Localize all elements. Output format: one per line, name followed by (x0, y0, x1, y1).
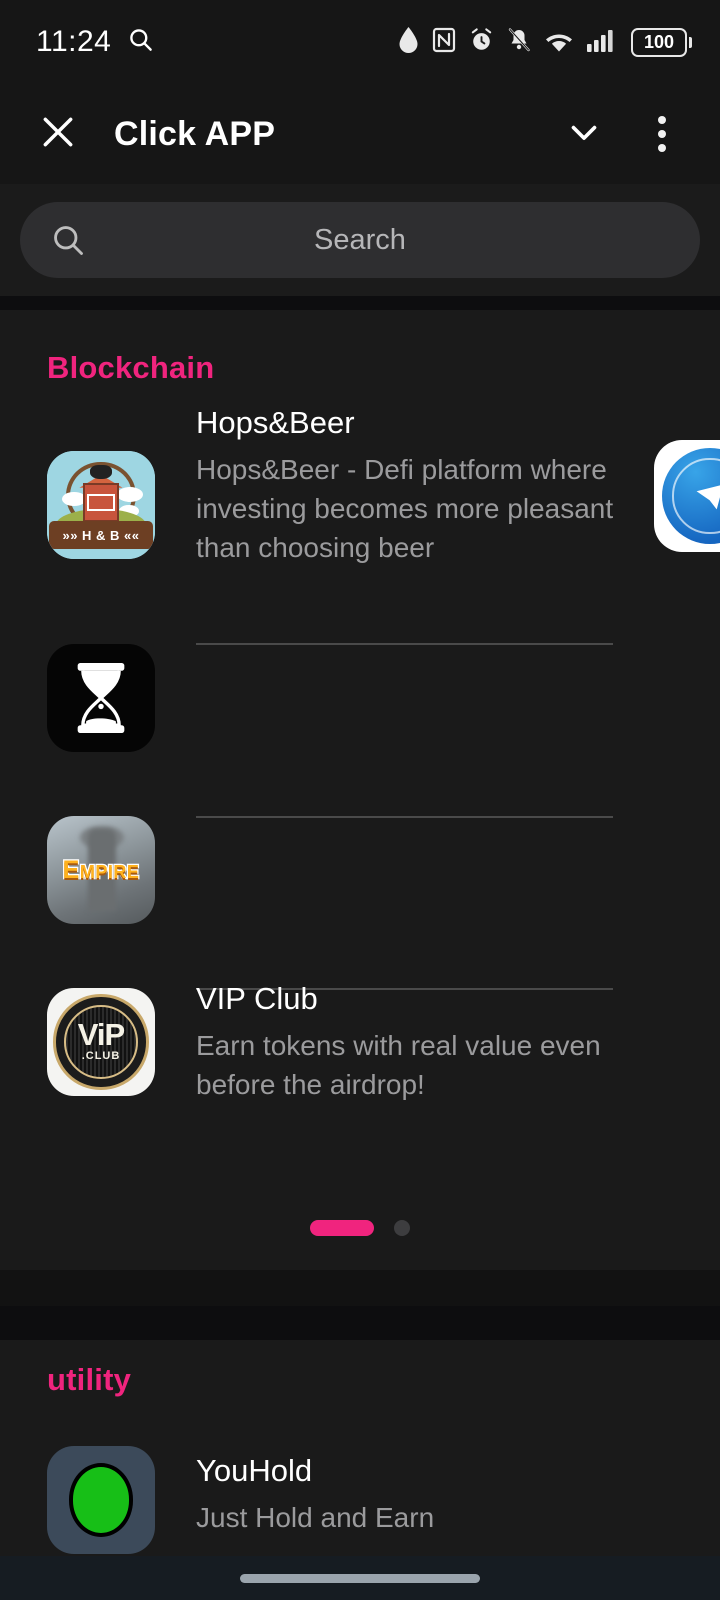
app-description: Hops&Beer - Defi platform where investin… (196, 453, 614, 563)
status-bar-clock: 11:24 (36, 25, 112, 58)
list-item[interactable]: Empire (0, 816, 720, 990)
system-nav-bar (0, 1556, 720, 1600)
app-name: VIP Club (196, 981, 318, 1016)
telegram-blue-icon (661, 447, 720, 545)
alarm-clock-icon (469, 27, 494, 58)
vip-club-icon: ViP .CLUB (47, 988, 155, 1096)
status-bar-left: 11:24 (36, 25, 154, 59)
app-name: YouHold (196, 1453, 313, 1488)
vip-icon-caption: ViP (77, 1016, 125, 1052)
expand-button[interactable] (556, 106, 612, 162)
search-icon (48, 220, 88, 260)
carousel-pager (0, 1220, 720, 1236)
list-item-text (196, 644, 720, 652)
close-button[interactable] (30, 106, 86, 162)
empire-icon: Empire (47, 816, 155, 924)
empire-icon-caption: Empire (61, 854, 140, 885)
battery-level-label: 100 (643, 32, 675, 52)
carousel-peek-card[interactable] (654, 440, 720, 552)
app-name: Hops&Beer (196, 405, 355, 440)
water-drop-icon (398, 26, 419, 58)
kebab-dot-2 (658, 130, 666, 138)
search-placeholder: Search (314, 223, 406, 256)
barn-icon-caption: »» H & B «« (62, 527, 140, 543)
overflow-menu-button[interactable] (634, 106, 690, 162)
list-item[interactable]: »» H & B «« Hops&Beer Hops&Beer - Defi p… (0, 405, 720, 645)
list-item-text: Hops&Beer Hops&Beer - Defi platform wher… (196, 404, 720, 567)
search-icon (127, 26, 154, 58)
list-item[interactable]: YouHold Just Hold and Earn (0, 1446, 720, 1566)
hops-and-beer-barn-icon: »» H & B «« (47, 451, 155, 559)
list-item[interactable]: ViP .CLUB VIP Club Earn tokens with real… (0, 981, 720, 1138)
app-list-blockchain: »» H & B «« Hops&Beer Hops&Beer - Defi p… (0, 405, 720, 1138)
close-icon (39, 113, 77, 156)
status-bar-right: 100 (398, 26, 692, 58)
kebab-dot-3 (658, 144, 666, 152)
chevron-down-icon (563, 111, 605, 158)
kebab-menu-icon (658, 116, 666, 124)
pager-dot-2[interactable] (394, 1220, 410, 1236)
section-title-blockchain: Blockchain (47, 350, 215, 385)
nfc-icon (432, 27, 456, 58)
home-indicator[interactable] (240, 1573, 480, 1583)
list-item[interactable] (0, 644, 720, 818)
app-description: Earn tokens with real value even before … (196, 1029, 601, 1100)
app-description: Just Hold and Earn (196, 1501, 435, 1533)
search-section: Search (0, 184, 720, 296)
status-bar: 11:24 100 (0, 0, 720, 84)
cellular-signal-icon (587, 27, 618, 58)
app-list-utility: YouHold Just Hold and Earn (0, 1446, 720, 1566)
battery-icon: 100 (631, 27, 692, 57)
bell-muted-icon (507, 27, 531, 58)
section-title-utility: utility (47, 1362, 132, 1397)
search-input[interactable]: Search (20, 202, 700, 278)
app-screen: 11:24 100 Click APP Search Blockchain »»… (0, 0, 720, 1600)
list-item-text (196, 816, 720, 824)
pager-dot-active[interactable] (310, 1220, 374, 1236)
section-blockchain: Blockchain »» H & B «« Hops&Beer Hops&Be… (0, 310, 720, 1270)
list-item-text: YouHold Just Hold and Earn (196, 1452, 720, 1538)
page-title: Click APP (114, 114, 276, 153)
app-bar: Click APP (0, 84, 720, 184)
vip-icon-subcaption: .CLUB (81, 1050, 121, 1063)
list-item-text: VIP Club Earn tokens with real value eve… (196, 980, 720, 1105)
wifi-icon (544, 28, 574, 57)
section-divider-top (0, 296, 720, 310)
hourglass-icon (47, 644, 155, 752)
youhold-green-circle-icon (47, 1446, 155, 1554)
